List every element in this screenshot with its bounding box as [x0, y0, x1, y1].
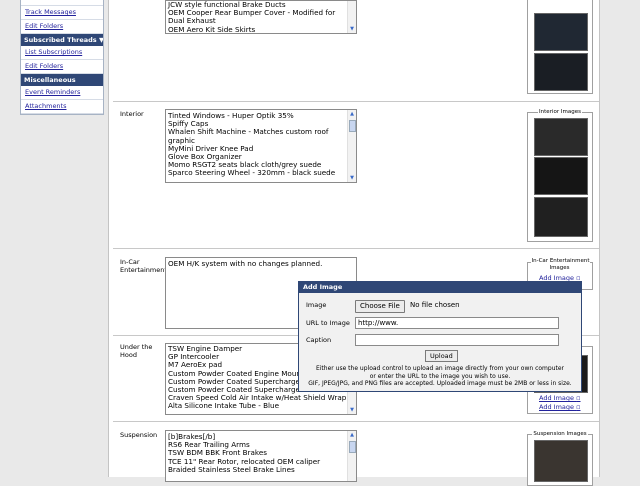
textarea-line: Alta Silicone Intake Tube - Blue — [168, 402, 280, 411]
textarea-line: Craven Speed Cold Air Intake w/Heat Shie… — [168, 394, 346, 403]
sidebar-item-attachments[interactable]: Attachments — [21, 100, 103, 114]
interior-images-box: Interior Images — [527, 109, 593, 242]
textarea-line: MyMini Driver Knee Pad — [168, 144, 254, 153]
scroll-up-icon[interactable]: ▲ — [348, 110, 356, 118]
suspension-textarea[interactable]: [b]Brakes[/b] RS6 Rear Trailing Arms TSW… — [165, 430, 357, 482]
interior-label: Interior — [120, 110, 144, 118]
upload-help-text: Either use the upload control to upload … — [305, 365, 575, 388]
scroll-down-icon[interactable]: ▼ — [348, 25, 356, 33]
image-add-icon: ▫ — [576, 394, 581, 402]
url-label: URL to Image — [306, 319, 350, 327]
underhood-label: Under the Hood — [120, 343, 153, 359]
suspension-images-title: Suspension Images — [532, 431, 588, 437]
caret-down-icon: ▼ — [98, 36, 103, 44]
textarea-line: TCE 11" Rear Rotor, relocated OEM calipe… — [168, 457, 321, 466]
textarea-line: Tinted Windows - Huper Optik 35% — [168, 112, 294, 120]
help-line: GIF, JPEG/JPG, and PNG files are accepte… — [308, 380, 572, 387]
dialog-title: Add Image — [299, 282, 581, 293]
textarea-line: JCW style functional Brake Ducts — [168, 1, 286, 9]
textarea-line: Whalen Shift Machine - Matches custom ro… — [168, 128, 329, 137]
textarea-line: Braided Stainless Steel Brake Lines — [168, 465, 295, 474]
textarea-line: [b]Brakes[/b] — [168, 433, 216, 441]
underhood-add-image-link-1[interactable]: Add Image ▫ — [539, 394, 581, 402]
url-input[interactable]: http://www. — [355, 317, 559, 329]
no-file-text: No file chosen — [410, 301, 460, 309]
section-divider — [113, 421, 599, 422]
image-label: Image — [306, 301, 327, 309]
sidebar-item-event-reminders[interactable]: Event Reminders — [21, 86, 103, 100]
suspension-image-1[interactable] — [534, 440, 588, 482]
scroll-thumb[interactable] — [349, 441, 356, 453]
incar-label: In-Car Entertainment — [120, 258, 167, 274]
interior-image-3[interactable] — [534, 197, 588, 237]
underhood-add-image-link-2[interactable]: Add Image ▫ — [539, 403, 581, 411]
sidebar-header-label: Subscribed Threads — [24, 36, 97, 44]
scroll-thumb[interactable] — [349, 120, 356, 132]
textarea-line: Sparco Steering Wheel - 320mm - black su… — [168, 169, 336, 178]
section-divider — [113, 248, 599, 249]
textarea-line: OEM Cooper Rear Bumper Cover - Modified … — [168, 9, 336, 18]
sidebar-item-list-subscriptions[interactable]: List Subscriptions — [21, 46, 103, 60]
sidebar-item-track-messages[interactable]: Track Messages — [21, 6, 103, 20]
exterior-textarea[interactable]: JCW style functional Brake Ducts OEM Coo… — [165, 0, 357, 34]
exterior-images-box — [527, 0, 593, 94]
upload-button[interactable]: Upload — [425, 350, 458, 362]
user-cp-menu: Track Messages Edit Folders Subscribed T… — [20, 0, 104, 115]
section-divider — [113, 101, 599, 102]
scroll-down-icon[interactable]: ▼ — [348, 406, 356, 414]
scrollbar[interactable]: ▼ — [347, 1, 356, 33]
textarea-line: OEM H/K system with no changes planned. — [168, 260, 323, 268]
interior-images-title: Interior Images — [538, 109, 582, 115]
textarea-line: Spiffy Caps — [168, 120, 209, 129]
sidebar-header-subscribed-threads[interactable]: Subscribed Threads ▼ — [21, 34, 103, 46]
sidebar-item-edit-folders[interactable]: Edit Folders — [21, 20, 103, 34]
exterior-image-1[interactable] — [534, 13, 588, 51]
textarea-line: Glove Box Organizer — [168, 153, 242, 162]
textarea-line: OEM Aero Kit Side Skirts — [168, 25, 256, 34]
scrollbar[interactable]: ▲ ▼ — [347, 110, 356, 182]
textarea-line: Dual Exhaust — [168, 17, 216, 26]
right-gutter — [599, 0, 640, 477]
caption-label: Caption — [306, 336, 332, 344]
textarea-line: RS6 Rear Trailing Arms — [168, 441, 250, 450]
help-line: or enter the URL to the image you wish t… — [369, 372, 511, 380]
sidebar-header-miscellaneous: Miscellaneous — [21, 74, 103, 86]
textarea-line: Momo RSGT2 seats black cloth/grey suede — [168, 161, 322, 170]
caption-input[interactable] — [355, 334, 559, 346]
suspension-label: Suspension — [120, 431, 158, 439]
scroll-up-icon[interactable]: ▲ — [348, 431, 356, 439]
textarea-line: TSW BDM BBK Front Brakes — [168, 449, 267, 458]
incar-images-title: In-Car Entertainment Images — [530, 258, 590, 271]
image-add-icon: ▫ — [576, 403, 581, 411]
scrollbar[interactable]: ▲ — [347, 431, 356, 481]
interior-textarea[interactable]: Tinted Windows - Huper Optik 35% Spiffy … — [165, 109, 357, 183]
interior-image-2[interactable] — [534, 157, 588, 195]
textarea-line: graphic — [168, 136, 195, 145]
help-line: Either use the upload control to upload … — [315, 365, 565, 372]
sidebar-item-edit-folders-2[interactable]: Edit Folders — [21, 60, 103, 74]
choose-file-button[interactable]: Choose File — [355, 300, 405, 313]
add-image-dialog: Add Image Image Choose File No file chos… — [298, 281, 582, 392]
sidebar: Track Messages Edit Folders Subscribed T… — [0, 0, 108, 477]
scroll-down-icon[interactable]: ▼ — [348, 174, 356, 182]
suspension-images-box: Suspension Images — [527, 431, 593, 486]
exterior-image-2[interactable] — [534, 53, 588, 91]
interior-image-1[interactable] — [534, 118, 588, 156]
